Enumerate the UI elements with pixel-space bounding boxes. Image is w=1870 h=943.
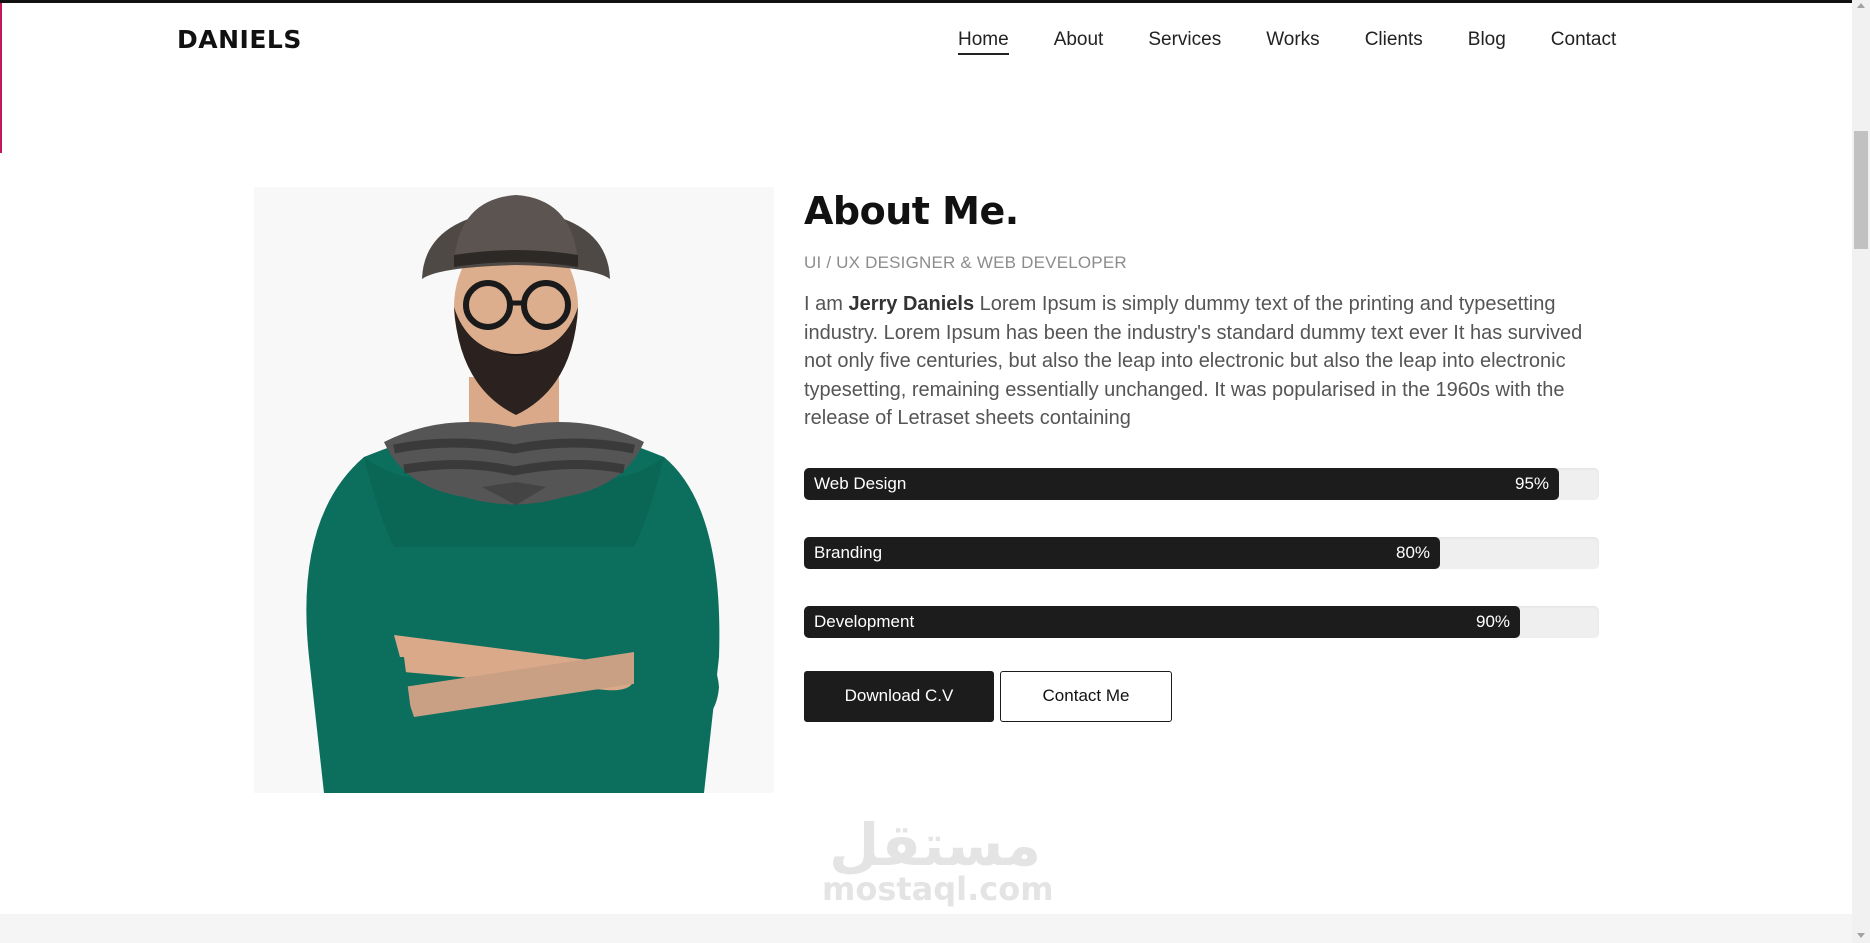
skill-percent: 80% [1396,542,1431,562]
site-header: DANIELS Home About Services Works Client… [0,3,1852,73]
mostaql-watermark: مستقل mostaql.com [822,811,1054,908]
nav-blog[interactable]: Blog [1468,27,1506,55]
watermark-arabic: مستقل [828,811,1043,879]
skill-label: Web Design [814,473,907,493]
skill-fill [804,467,1559,500]
skill-bar-web-design: Web Design 95% [804,467,1599,500]
skill-percent: 95% [1515,473,1550,493]
person-illustration [254,187,774,793]
skill-bar-branding: Branding 80% [804,536,1599,569]
next-section-band [0,914,1852,943]
nav-services[interactable]: Services [1148,27,1221,55]
scrollbar-thumb[interactable] [1854,131,1868,249]
about-title: About Me. [804,189,1019,233]
nav-works[interactable]: Works [1266,27,1319,55]
about-subtitle: UI / UX DESIGNER & WEB DEVELOPER [804,253,1127,272]
watermark-latin: mostaql.com [822,870,1054,908]
profile-photo [254,187,774,793]
nav-contact[interactable]: Contact [1551,27,1616,55]
contact-me-button[interactable]: Contact Me [1000,670,1172,722]
site-logo[interactable]: DANIELS [177,25,302,54]
scroll-down-arrow-icon[interactable] [1857,933,1865,938]
skill-fill [804,536,1440,569]
person-name: Jerry Daniels [848,293,975,315]
nav-home[interactable]: Home [958,27,1009,55]
intro-prefix: I am [804,293,849,315]
skill-bar-development: Development 90% [804,605,1599,638]
skill-label: Development [814,611,915,631]
download-cv-button[interactable]: Download C.V [804,670,994,722]
skill-label: Branding [814,542,883,562]
skills-list: Web Design 95% Branding 80% Development … [804,467,1599,638]
about-section: About Me. UI / UX DESIGNER & WEB DEVELOP… [804,186,1604,722]
action-buttons: Download C.V Contact Me [804,670,1604,722]
scroll-up-arrow-icon[interactable] [1857,3,1865,8]
skill-percent: 90% [1476,611,1511,631]
main-nav: Home About Services Works Clients Blog C… [958,27,1661,55]
vertical-scrollbar[interactable] [1852,0,1870,943]
nav-about[interactable]: About [1054,27,1104,55]
about-description: I am Jerry Daniels Lorem Ipsum is simply… [804,290,1604,433]
nav-clients[interactable]: Clients [1365,27,1423,55]
